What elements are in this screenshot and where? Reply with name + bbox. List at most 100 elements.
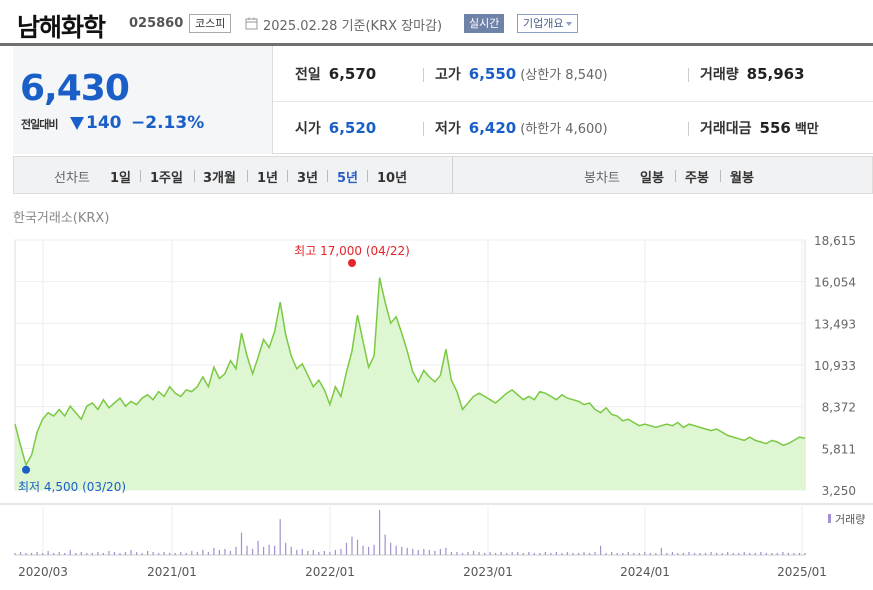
x-tick-label: 2024/01	[620, 565, 670, 579]
volume-bar	[787, 552, 790, 555]
divider	[247, 170, 248, 182]
volume-bar	[395, 545, 397, 555]
volume-bar	[533, 552, 535, 555]
divider	[327, 170, 328, 182]
volume-bar	[439, 548, 441, 555]
volume-bar	[649, 552, 651, 555]
stock-header: 남해화학 025860 코스피 2025.02.28 기준(KRX 장마감) 실…	[0, 0, 873, 46]
volume-bar	[483, 552, 486, 555]
volume-bar	[588, 552, 591, 555]
realtime-button[interactable]: 실시간	[464, 14, 505, 33]
volume-bar	[130, 549, 132, 555]
period-5y[interactable]: 5년	[337, 167, 358, 186]
volume-bar	[196, 551, 198, 555]
stock-code: 025860	[129, 16, 184, 31]
volume-bar	[693, 552, 696, 555]
company-info-dropdown[interactable]: 기업개요	[517, 14, 579, 33]
volume-bar	[345, 542, 348, 555]
volume-bar	[776, 552, 778, 555]
price-info-grid: 전일 6,570 고가 6,550 (상한가 8,540) 거래량 85,963 시가 6…	[273, 46, 873, 154]
candle-monthly[interactable]: 월봉	[730, 167, 754, 186]
volume-bar	[218, 549, 221, 555]
period-1w[interactable]: 1주일	[150, 167, 183, 186]
volume-bar	[191, 550, 193, 555]
volume-bar	[660, 547, 662, 555]
volume-bars: 거래량	[0, 503, 873, 556]
candle-weekly[interactable]: 주봉	[685, 167, 709, 186]
period-1d[interactable]: 1일	[110, 167, 131, 186]
volume-bar	[461, 552, 464, 555]
volume-bar	[583, 551, 585, 555]
volume-bar	[495, 552, 497, 555]
volume-bar	[146, 550, 149, 555]
volume-bar	[97, 551, 99, 555]
volume-bar	[721, 552, 723, 555]
volume-bar	[207, 551, 209, 555]
volume-bar	[544, 551, 546, 555]
volume-bar	[169, 552, 171, 555]
volume-bar	[91, 552, 93, 555]
volume-bar	[47, 550, 49, 555]
volume-bar	[782, 551, 784, 555]
diff-value: 140	[86, 113, 122, 133]
volume-bar	[102, 552, 104, 555]
volume-bar	[53, 552, 55, 555]
volume-bar	[229, 550, 232, 555]
volume-bar	[682, 552, 685, 555]
period-10y[interactable]: 10년	[377, 167, 407, 186]
volume-bar	[555, 551, 557, 555]
volume-label: 거래량	[700, 67, 739, 83]
volume-bar	[390, 542, 392, 555]
high-label: 고가	[435, 67, 461, 83]
volume-bar	[351, 536, 353, 555]
period-3m[interactable]: 3개월	[203, 167, 236, 186]
volume-cell: 거래량 85,963	[700, 64, 805, 84]
candle-daily[interactable]: 일봉	[640, 167, 664, 186]
volume-bar	[605, 552, 607, 555]
chart-period-bar: 선차트 1일 1주일 3개월 1년 3년 5년 10년 봉차트 일봉 주봉 월봉	[13, 156, 873, 194]
volume-bar	[765, 552, 767, 555]
x-axis-labels: 2020/03 2021/01 2022/01 2023/01 2024/01 2025/…	[18, 565, 827, 579]
volume-bar	[401, 546, 403, 555]
down-arrow-icon	[70, 117, 84, 130]
volume-bar	[124, 551, 127, 555]
amount-value: 556	[759, 119, 791, 137]
period-1y[interactable]: 1년	[257, 167, 278, 186]
volume-bar	[235, 546, 237, 555]
price-chart[interactable]: 18,61516,05413,49310,9338,3725,8113,250 …	[0, 225, 873, 590]
volume-bar	[434, 550, 436, 555]
volume-bar	[296, 549, 298, 555]
volume-bar	[119, 552, 121, 555]
volume-bar	[517, 551, 519, 555]
volume-bar	[69, 549, 71, 555]
volume-bar	[677, 552, 679, 555]
volume-bar	[445, 547, 447, 555]
prev-close-value: 6,570	[328, 65, 377, 83]
volume-bar	[599, 545, 602, 555]
low-cell: 저가 6,420 (하한가 4,600)	[435, 118, 608, 138]
volume-bar	[566, 551, 569, 555]
x-tick-label: 2023/01	[463, 565, 513, 579]
volume-bar	[638, 552, 640, 555]
volume-bar	[804, 552, 806, 555]
volume-bar	[423, 548, 425, 555]
diff-label: 전일대비	[21, 118, 58, 131]
period-3y[interactable]: 3년	[297, 167, 318, 186]
y-tick-label: 13,493	[814, 317, 856, 331]
divider	[140, 170, 141, 182]
min-label: 최저 4,500 (03/20)	[18, 480, 126, 494]
volume-bar	[655, 552, 657, 555]
divider	[720, 170, 721, 182]
volume-bar	[14, 552, 16, 555]
volume-bar	[428, 549, 430, 555]
y-tick-label: 18,615	[814, 234, 856, 248]
volume-bar	[279, 519, 281, 555]
y-tick-label: 5,811	[822, 442, 856, 456]
volume-bar	[539, 552, 541, 555]
volume-bar	[754, 552, 756, 555]
current-price-panel: 6,430 전일대비 140 −2.13%	[13, 46, 273, 154]
volume-bar	[301, 548, 303, 555]
price-area-fill	[15, 277, 805, 490]
volume-bar	[257, 540, 259, 555]
divider	[688, 122, 689, 136]
